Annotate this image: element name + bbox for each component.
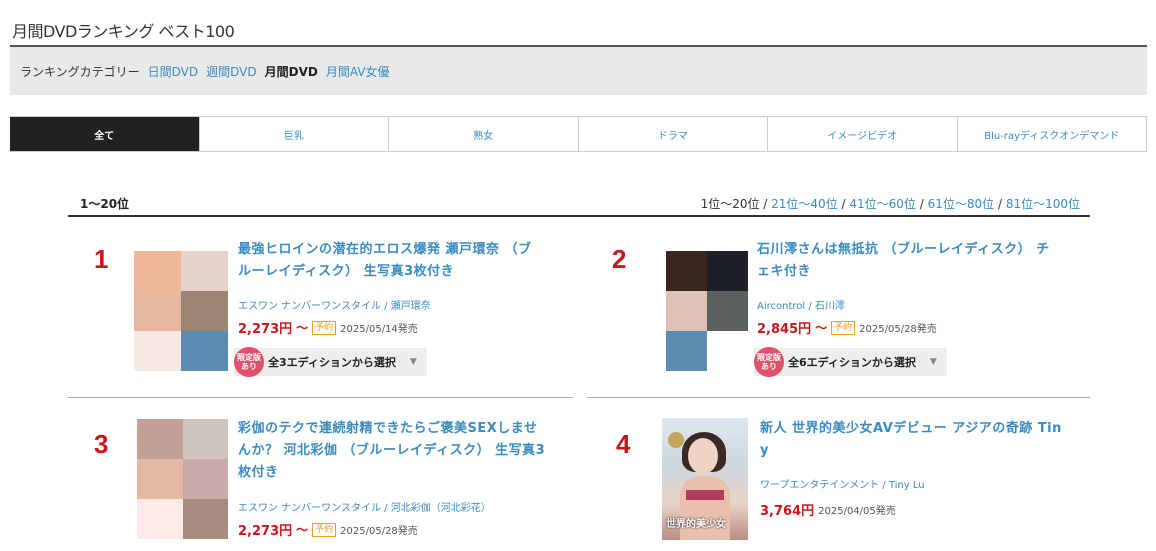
maker-line: Aircontrol / 石川澪 bbox=[757, 301, 845, 312]
chevron-down-icon: ▼ bbox=[409, 357, 417, 367]
category-link-monthly-dvd[interactable]: 月間DVD bbox=[265, 63, 318, 80]
tab-mature[interactable]: 熟女 bbox=[388, 117, 578, 151]
product-title-link[interactable]: 彩伽のテクで連続射精できたらご褒美SEXしませ んか？ 河北彩伽 （ブルーレイデ… bbox=[238, 418, 583, 484]
thumb-pixel bbox=[181, 331, 228, 371]
thumb-pixel bbox=[137, 499, 183, 539]
product-title-link[interactable]: 石川澪さんは無抵抗 （ブルーレイディスク） チ ェキ付き bbox=[757, 239, 1097, 283]
maker-link[interactable]: ワープエンタテインメント bbox=[760, 480, 879, 491]
price: 2,273円 bbox=[238, 322, 293, 337]
ranking-category-bar: ランキングカテゴリー 日間DVD 週間DVD 月間DVD 月間AV女優 bbox=[10, 47, 1147, 95]
release-date: 2025/05/14発売 bbox=[340, 324, 418, 335]
actress-link[interactable]: 河北彩伽（河北彩花） bbox=[391, 503, 491, 514]
price: 2,273円 bbox=[238, 524, 293, 539]
edition-select[interactable]: 限定版 あり 全3エディションから選択 ▼ bbox=[234, 347, 427, 377]
actress-link[interactable]: Tiny Lu bbox=[889, 480, 925, 491]
pager-page-61[interactable]: 61位〜80位 bbox=[928, 197, 995, 211]
tab-all[interactable]: 全て bbox=[10, 117, 199, 151]
cover-text: 世界的美少女 bbox=[666, 519, 726, 530]
actress-link[interactable]: 瀬戸環奈 bbox=[391, 301, 431, 312]
limited-edition-badge: 限定版 あり bbox=[234, 347, 264, 377]
product-thumbnail[interactable]: 世界的美少女 bbox=[662, 418, 748, 540]
pager-page-1: 1位〜20位 bbox=[700, 197, 760, 211]
maker-link[interactable]: Aircontrol bbox=[757, 301, 805, 312]
price-row: 2,273円〜 予約 2025/05/14発売 bbox=[238, 318, 418, 337]
thumb-pixel bbox=[707, 331, 748, 371]
price-row: 2,845円〜 予約 2025/05/28発売 bbox=[757, 318, 937, 337]
limited-edition-badge: 限定版 あり bbox=[754, 347, 784, 377]
product-thumbnail[interactable] bbox=[666, 251, 748, 371]
range-label: 1〜20位 bbox=[80, 197, 130, 211]
rank-number: 3 bbox=[94, 429, 109, 459]
award-seal-icon bbox=[668, 432, 684, 448]
preorder-badge: 予約 bbox=[312, 522, 337, 537]
price: 3,764円 bbox=[760, 504, 815, 519]
actress-link[interactable]: 石川澪 bbox=[815, 301, 845, 312]
maker-link[interactable]: エスワン ナンバーワンスタイル bbox=[238, 301, 381, 312]
release-date: 2025/05/28発売 bbox=[859, 324, 937, 335]
tab-big-breasts[interactable]: 巨乳 bbox=[198, 117, 389, 151]
release-date: 2025/05/28発売 bbox=[340, 526, 418, 537]
chevron-down-icon: ▼ bbox=[929, 357, 937, 367]
thumb-pixel bbox=[666, 291, 707, 331]
item-divider bbox=[587, 397, 1090, 398]
cover-model-body bbox=[680, 476, 730, 540]
release-date: 2025/04/05発売 bbox=[818, 506, 896, 517]
maker-link[interactable]: エスワン ナンバーワンスタイル bbox=[238, 503, 381, 514]
thumb-pixel bbox=[666, 251, 707, 291]
pager-page-41[interactable]: 41位〜60位 bbox=[849, 197, 916, 211]
list-divider bbox=[68, 215, 1090, 217]
rank-number: 4 bbox=[616, 429, 631, 459]
tab-image-video[interactable]: イメージビデオ bbox=[767, 117, 957, 151]
thumb-pixel bbox=[707, 251, 748, 291]
thumb-pixel bbox=[137, 459, 183, 499]
pager-page-21[interactable]: 21位〜40位 bbox=[771, 197, 838, 211]
thumb-pixel bbox=[182, 459, 228, 499]
thumb-pixel bbox=[137, 419, 183, 459]
thumb-pixel bbox=[134, 291, 181, 331]
tab-drama[interactable]: ドラマ bbox=[577, 117, 768, 151]
rank-number: 1 bbox=[94, 244, 109, 274]
thumb-pixel bbox=[134, 251, 181, 291]
preorder-badge: 予約 bbox=[831, 320, 856, 335]
cover-model-face bbox=[688, 438, 718, 474]
maker-line: ワープエンタテインメント / Tiny Lu bbox=[760, 480, 925, 491]
edition-select-label: 全6エディションから選択 bbox=[788, 356, 916, 369]
thumb-pixel bbox=[666, 331, 707, 371]
preorder-badge: 予約 bbox=[312, 320, 337, 335]
category-link-daily-dvd[interactable]: 日間DVD bbox=[148, 63, 198, 80]
product-title-link[interactable]: 最強ヒロインの潜在的エロス爆発 瀬戸環奈 （ブ ルーレイディスク） 生写真3枚付… bbox=[238, 239, 578, 283]
thumb-pixel bbox=[182, 419, 228, 459]
product-thumbnail[interactable] bbox=[134, 251, 228, 371]
thumb-pixel bbox=[181, 291, 228, 331]
edition-select[interactable]: 限定版 あり 全6エディションから選択 ▼ bbox=[754, 347, 947, 377]
maker-line: エスワン ナンバーワンスタイル / 河北彩伽（河北彩花） bbox=[238, 503, 491, 514]
genre-tabs: 全て 巨乳 熟女 ドラマ イメージビデオ Blu-rayディスクオンデマンド bbox=[10, 116, 1147, 152]
maker-line: エスワン ナンバーワンスタイル / 瀬戸環奈 bbox=[238, 301, 431, 312]
price-row: 2,273円〜 予約 2025/05/28発売 bbox=[238, 520, 418, 539]
page-title: 月間DVDランキング ベスト100 bbox=[12, 22, 235, 41]
price-row: 3,764円 2025/04/05発売 bbox=[760, 500, 896, 519]
thumb-pixel bbox=[182, 499, 228, 539]
category-link-monthly-actress[interactable]: 月間AV女優 bbox=[326, 63, 390, 80]
price: 2,845円 bbox=[757, 322, 812, 337]
thumb-pixel bbox=[707, 291, 748, 331]
rank-pager: 1位〜20位 / 21位〜40位 / 41位〜60位 / 61位〜80位 / 8… bbox=[700, 197, 1080, 211]
thumb-pixel bbox=[181, 251, 228, 291]
pager-page-81[interactable]: 81位〜100位 bbox=[1006, 197, 1080, 211]
product-thumbnail[interactable] bbox=[137, 419, 228, 539]
thumb-pixel bbox=[134, 331, 181, 371]
product-title-link[interactable]: 新人 世界的美少女AVデビュー アジアの奇跡 Tin y bbox=[760, 418, 1100, 462]
rank-number: 2 bbox=[612, 244, 627, 274]
item-divider bbox=[68, 397, 573, 398]
ranking-category-label: ランキングカテゴリー bbox=[20, 64, 140, 79]
cover-model-bikini bbox=[686, 490, 724, 500]
edition-select-label: 全3エディションから選択 bbox=[268, 356, 396, 369]
tab-bluray-on-demand[interactable]: Blu-rayディスクオンデマンド bbox=[956, 117, 1147, 151]
category-link-weekly-dvd[interactable]: 週間DVD bbox=[206, 63, 256, 80]
